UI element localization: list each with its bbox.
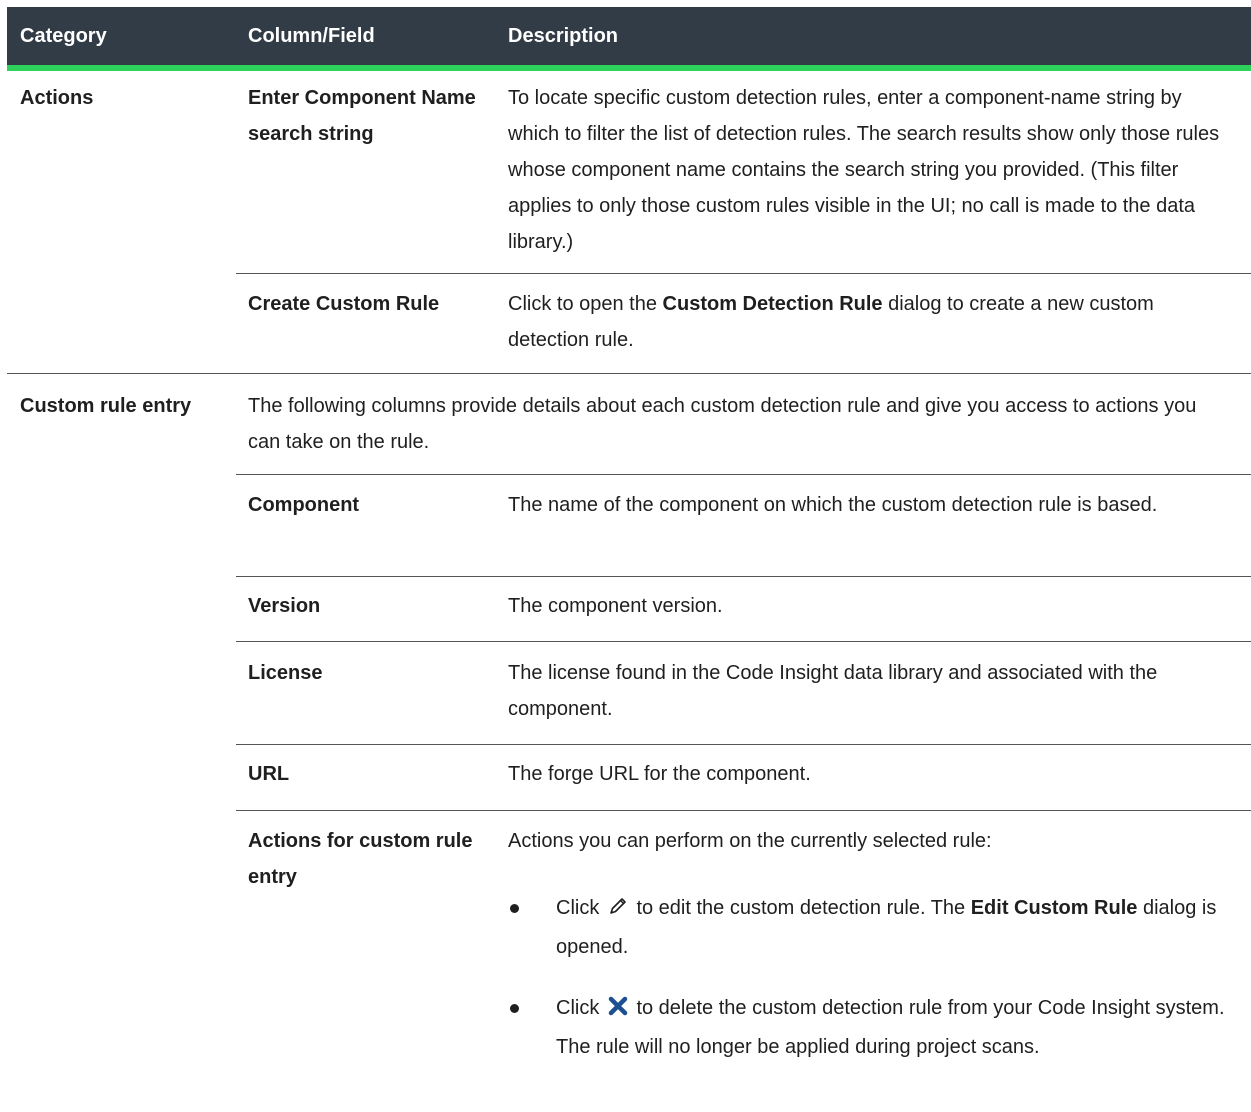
desc-version: The component version. (508, 595, 723, 617)
custom-rule-intro: The following columns provide details ab… (248, 395, 1197, 453)
desc-license: The license found in the Code Insight da… (508, 662, 1158, 720)
desc-search-string: To locate specific custom detection rule… (508, 87, 1220, 253)
field-url: URL (248, 763, 290, 785)
row-divider (236, 641, 1251, 642)
bullet-edit: Click to edit the custom detection rule.… (556, 890, 1226, 965)
group-divider (7, 373, 1251, 374)
pencil-icon[interactable] (607, 893, 629, 929)
field-version: Version (248, 595, 321, 617)
desc-component: The name of the component on which the c… (508, 494, 1158, 516)
bullet-dot (510, 904, 519, 913)
row-divider (236, 474, 1251, 475)
row-divider (236, 744, 1251, 745)
header-description: Description (508, 25, 619, 47)
row-divider (236, 273, 1251, 274)
category-actions: Actions (20, 87, 94, 109)
field-actions-entry: Actions for custom rule entry (248, 830, 473, 888)
table-header (7, 7, 1251, 65)
bullet-delete: Click to delete the custom detection rul… (556, 990, 1226, 1065)
edit-custom-rule-term: Edit Custom Rule (970, 897, 1138, 919)
field-create-custom-rule: Create Custom Rule (248, 293, 440, 315)
field-search-string: Enter Component Name search string (248, 87, 476, 145)
field-license: License (248, 662, 323, 684)
header-accent-rule (7, 65, 1251, 71)
header-category: Category (20, 25, 107, 47)
desc-url: The forge URL for the component. (508, 763, 811, 785)
header-column-field: Column/Field (248, 25, 375, 47)
desc-create-custom-rule: Click to open the Custom Detection Rule … (508, 293, 1154, 351)
row-divider (236, 576, 1251, 577)
bullet-dot (510, 1004, 519, 1013)
field-component: Component (248, 494, 360, 516)
row-divider (236, 810, 1251, 811)
desc-actions-entry: Actions you can perform on the currently… (508, 830, 992, 852)
custom-detection-rule-term: Custom Detection Rule (662, 293, 883, 315)
category-custom-rule-entry: Custom rule entry (20, 395, 192, 417)
x-icon[interactable] (607, 993, 629, 1029)
